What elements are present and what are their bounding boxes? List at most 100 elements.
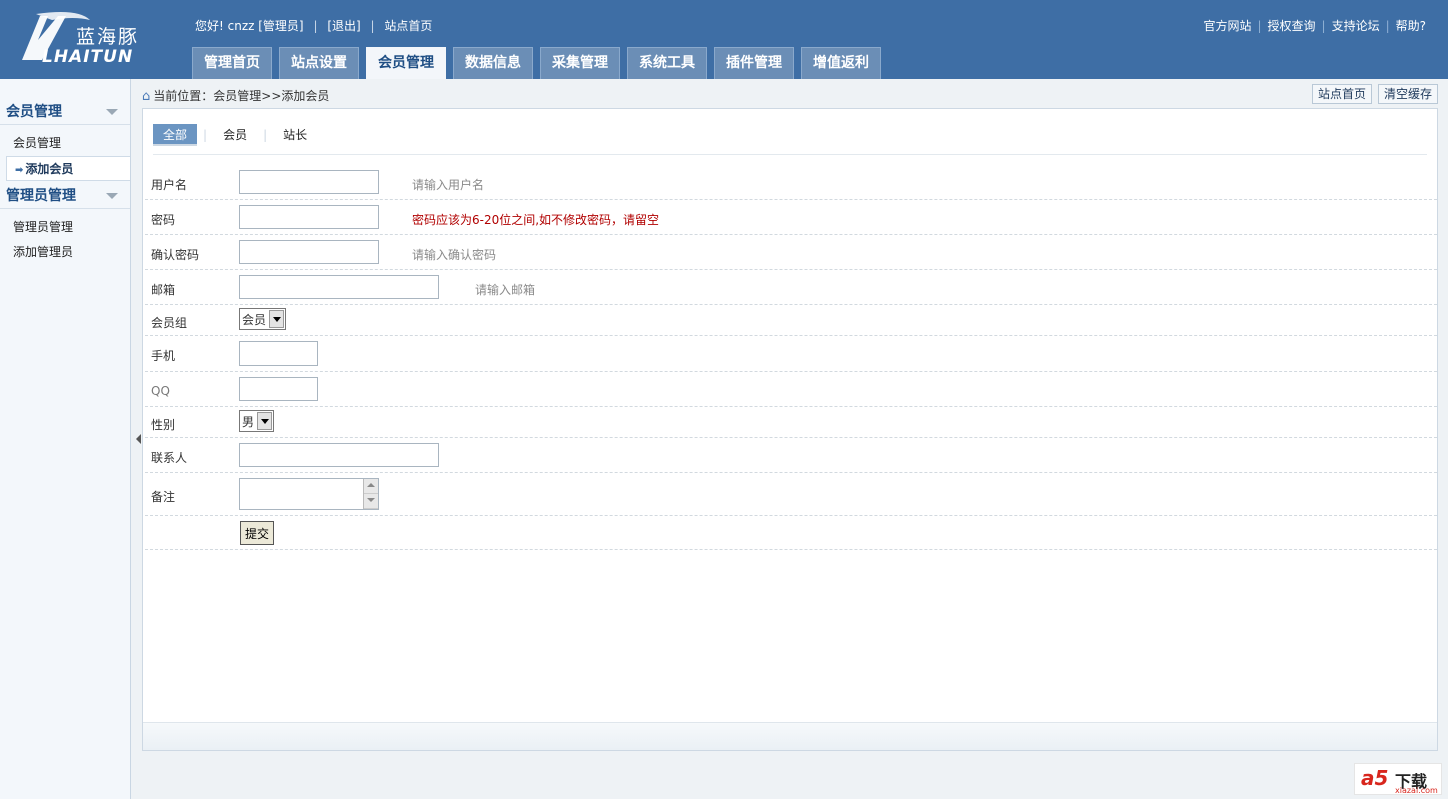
sidebar-item-member-management[interactable]: 会员管理 — [0, 131, 130, 156]
collapse-sidebar-icon[interactable] — [136, 434, 141, 444]
form-row-submit: 提交 — [145, 516, 1437, 550]
tab-site-settings[interactable]: 站点设置 — [279, 47, 359, 79]
contact-input[interactable] — [239, 443, 439, 467]
password-input[interactable] — [239, 205, 379, 229]
support-forum-link[interactable]: 支持论坛 — [1332, 19, 1380, 33]
phone-label: 手机 — [151, 349, 176, 363]
remark-textarea[interactable] — [239, 478, 379, 510]
chevron-down-icon[interactable] — [106, 193, 118, 199]
official-site-link[interactable]: 官方网站 — [1203, 19, 1251, 33]
user-links: 您好! cnzz [管理员] | [退出] | 站点首页 — [195, 17, 432, 34]
email-hint: 请输入邮箱 — [475, 283, 536, 297]
qq-label: QQ — [151, 384, 170, 398]
subtab-member[interactable]: 会员 — [213, 124, 257, 146]
tab-value-added-rebate[interactable]: 增值返利 — [801, 47, 881, 79]
password-label: 密码 — [151, 213, 176, 227]
sidebar-group-title: 会员管理 — [6, 104, 62, 120]
member-group-label: 会员组 — [151, 316, 188, 330]
sidebar-group-title: 管理员管理 — [6, 188, 76, 204]
sidebar-item-label: 添加会员 — [25, 162, 74, 176]
sidebar-group-admin[interactable]: 管理员管理 — [0, 181, 130, 209]
home-icon[interactable]: ⌂ — [142, 89, 150, 104]
watermark-brand: a5 — [1361, 766, 1389, 790]
license-query-link[interactable]: 授权查询 — [1268, 19, 1316, 33]
tab-plugin-management[interactable]: 插件管理 — [714, 47, 794, 79]
greeting-text: 您好! cnzz [管理员] — [195, 19, 304, 33]
tab-data-info[interactable]: 数据信息 — [453, 47, 533, 79]
form-row-confirm-password: 确认密码 请输入确认密码 — [145, 235, 1437, 270]
watermark-url: xiazai.com — [1395, 786, 1438, 795]
remark-label: 备注 — [151, 490, 176, 504]
gender-value: 男 — [242, 414, 255, 429]
username-input[interactable] — [239, 170, 379, 194]
tab-system-tools[interactable]: 系统工具 — [627, 47, 707, 79]
contact-label: 联系人 — [151, 451, 188, 465]
subtab-all[interactable]: 全部 — [153, 124, 198, 146]
username-hint: 请输入用户名 — [412, 178, 485, 192]
logo-english-text: LHAITUN — [42, 47, 134, 67]
site-home-button[interactable]: 站点首页 — [1312, 84, 1373, 104]
logo-chinese-text: 蓝海豚 — [76, 26, 140, 48]
sidebar-item-admin-management[interactable]: 管理员管理 — [0, 215, 130, 240]
chevron-down-icon[interactable] — [106, 109, 118, 115]
sidebar-item-add-member[interactable]: ➡ 添加会员 — [6, 156, 130, 181]
member-type-tabs: 全部 | 会员 | 站长 — [153, 123, 317, 147]
sidebar-item-add-admin[interactable]: 添加管理员 — [0, 240, 130, 265]
qq-input[interactable] — [239, 377, 318, 401]
main-nav: 管理首页 站点设置 会员管理 数据信息 采集管理 系统工具 插件管理 增值返利 — [192, 47, 888, 79]
confirm-password-input[interactable] — [239, 240, 379, 264]
form-row-gender: 性别 男 — [145, 407, 1437, 438]
confirm-password-label: 确认密码 — [151, 248, 200, 262]
username-label: 用户名 — [151, 178, 188, 192]
top-right-links: 官方网站 | 授权查询 | 支持论坛 | 帮助? — [1203, 17, 1426, 34]
tab-member-management[interactable]: 会员管理 — [366, 47, 446, 79]
submit-button[interactable]: 提交 — [240, 521, 275, 545]
tab-collection-management[interactable]: 采集管理 — [540, 47, 620, 79]
top-header: 蓝海豚 LHAITUN 您好! cnzz [管理员] | [退出] | 站点首页… — [0, 0, 1448, 79]
separator: | — [370, 19, 375, 33]
dropdown-arrow-icon[interactable] — [257, 412, 273, 430]
member-group-select[interactable]: 会员 — [239, 308, 287, 330]
arrow-right-icon: ➡ — [15, 165, 24, 176]
gender-label: 性别 — [151, 418, 176, 432]
sidebar: 会员管理 会员管理 ➡ 添加会员 管理员管理 管理员管理 添加管理员 — [0, 79, 131, 799]
panel-footer — [143, 722, 1437, 750]
logout-link[interactable]: [退出] — [327, 19, 360, 33]
email-label: 邮箱 — [151, 283, 176, 297]
separator: | — [1321, 19, 1326, 33]
divider — [153, 154, 1427, 155]
logo[interactable]: 蓝海豚 LHAITUN — [18, 10, 148, 67]
separator: | — [263, 128, 268, 142]
form-row-password: 密码 密码应该为6-20位之间,如不修改密码，请留空 — [145, 200, 1437, 235]
help-link[interactable]: 帮助? — [1396, 19, 1426, 33]
clear-cache-button[interactable]: 清空缓存 — [1378, 84, 1439, 104]
form-row-username: 用户名 请输入用户名 — [145, 165, 1437, 200]
site-home-link[interactable]: 站点首页 — [384, 19, 432, 33]
textarea-scrollbar[interactable] — [363, 479, 378, 509]
confirm-password-hint: 请输入确认密码 — [412, 248, 497, 262]
form-row-qq: QQ — [145, 372, 1437, 407]
gender-select[interactable]: 男 — [239, 410, 275, 432]
password-hint: 密码应该为6-20位之间,如不修改密码，请留空 — [412, 213, 660, 227]
form-row-member-group: 会员组 会员 — [145, 305, 1437, 336]
separator: | — [1385, 19, 1390, 33]
watermark-logo: a5 下载 xiazai.com — [1354, 763, 1442, 795]
breadcrumb-text: 当前位置：会员管理>>添加会员 — [153, 89, 330, 103]
dropdown-arrow-icon[interactable] — [269, 310, 285, 328]
scroll-down-icon[interactable] — [364, 494, 378, 509]
scroll-up-icon[interactable] — [364, 479, 378, 494]
tab-admin-home[interactable]: 管理首页 — [192, 47, 272, 79]
sidebar-group-member[interactable]: 会员管理 — [0, 97, 130, 125]
separator: | — [1257, 19, 1262, 33]
form-row-phone: 手机 — [145, 336, 1437, 372]
member-group-value: 会员 — [242, 312, 267, 327]
email-input[interactable] — [239, 275, 439, 299]
main-panel: 全部 | 会员 | 站长 用户名 请输入用户名 密码 密码应该为6-20位之间,… — [142, 108, 1438, 751]
separator: | — [203, 128, 208, 142]
subtab-webmaster[interactable]: 站长 — [273, 124, 317, 146]
separator: | — [313, 19, 318, 33]
form-row-contact: 联系人 — [145, 438, 1437, 473]
form-row-remark: 备注 — [145, 473, 1437, 516]
form-row-email: 邮箱 请输入邮箱 — [145, 270, 1437, 305]
phone-input[interactable] — [239, 341, 318, 366]
